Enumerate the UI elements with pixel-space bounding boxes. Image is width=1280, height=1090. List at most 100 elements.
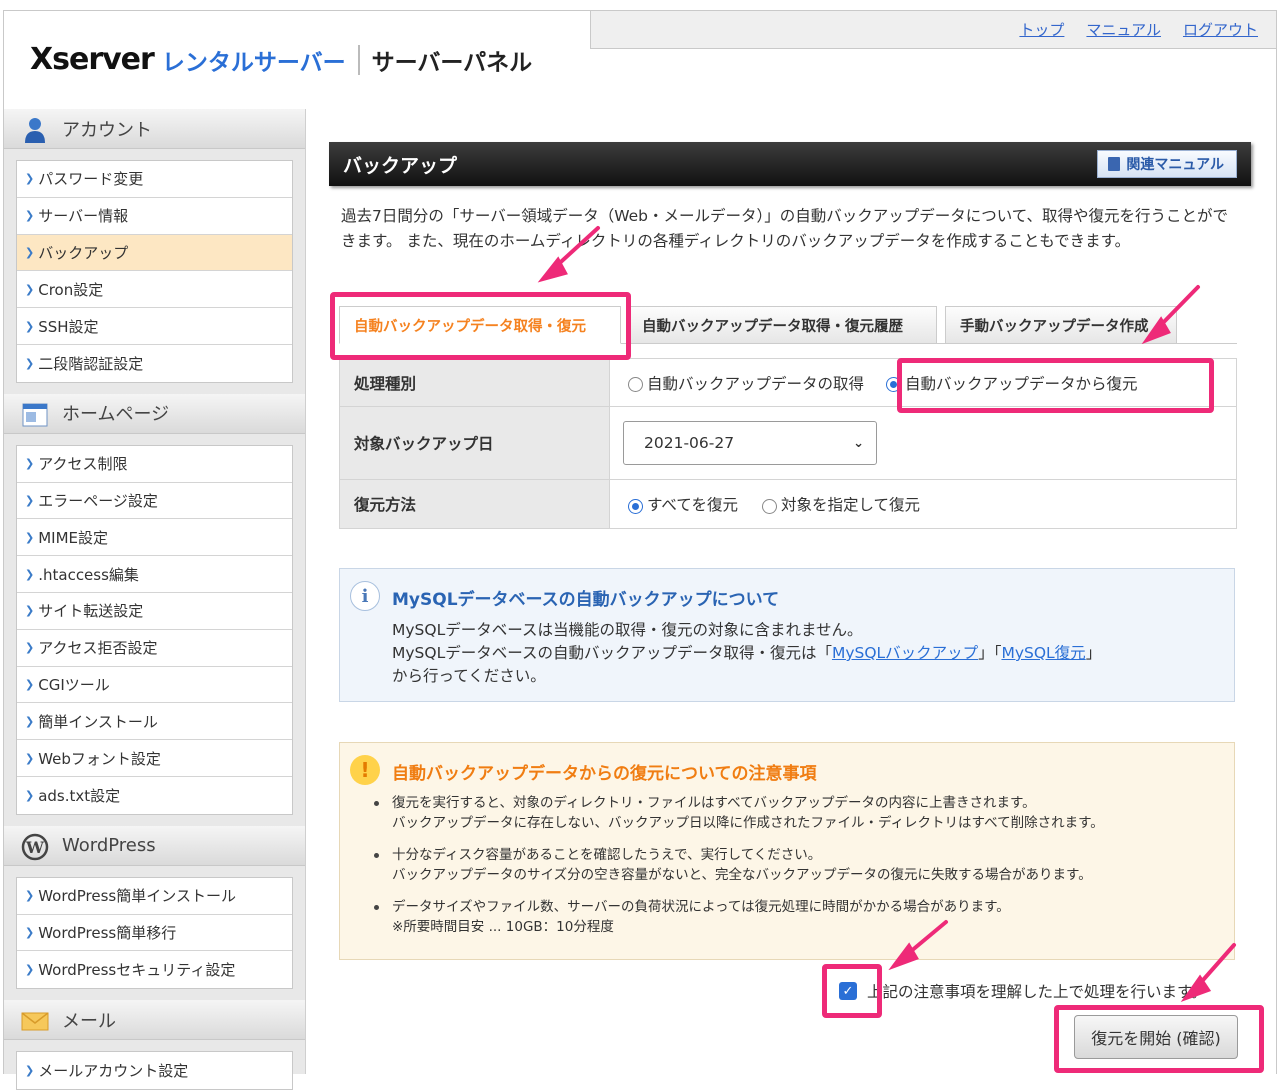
sidebar-item-backup[interactable]: ❯ バックアップ: [17, 234, 292, 272]
sidebar-item-label: WordPress簡単インストール: [38, 887, 236, 906]
warning-item: 十分なディスク容量があることを確認したうえで、実行してください。バックアップデー…: [374, 845, 1104, 885]
info-text: MySQLデータベースの自動バックアップデータ取得・復元は「: [392, 644, 832, 662]
method-label: 復元方法: [340, 480, 610, 528]
highlight-box: [822, 964, 882, 1018]
info-text: 」: [1085, 644, 1102, 662]
sidebar-item-cron[interactable]: ❯ Cron設定: [17, 271, 292, 309]
sidebar-item-ads-txt[interactable]: ❯ ads.txt設定: [17, 777, 292, 814]
header-link-bar: トップ マニュアル ログアウト: [590, 11, 1276, 49]
arrow-icon: ❯: [25, 530, 35, 544]
sidebar-item-label: CGIツール: [38, 675, 110, 694]
link-manual[interactable]: マニュアル: [1086, 19, 1161, 40]
related-manual-label: 関連マニュアル: [1126, 157, 1224, 173]
sidebar: アカウント ❯ パスワード変更 ❯ サーバー情報 ❯ バックアップ ❯ Cron設定 ❯…: [4, 109, 306, 1090]
agree-row: ✓ 上記の注意事項を理解した上で処理を行います。: [839, 980, 1206, 1002]
radio-restore-selected-label: 対象を指定して復元: [781, 496, 921, 514]
account-icon: [25, 118, 45, 143]
sidebar-item-label: 二段階認証設定: [38, 354, 144, 373]
sidebar-item-wp-install[interactable]: ❯ WordPress簡単インストール: [17, 878, 292, 915]
sidebar-item-label: .htaccess編集: [38, 565, 139, 584]
radio-restore-selected[interactable]: [762, 498, 777, 514]
highlight-box: [330, 292, 631, 360]
sidebar-section-mail: メール: [4, 1000, 305, 1041]
sidebar-item-webfont[interactable]: ❯ Webフォント設定: [17, 740, 292, 777]
mysql-backup-link[interactable]: MySQLバックアップ: [832, 644, 978, 662]
tab-label: 自動バックアップデータ取得・復元履歴: [642, 318, 903, 335]
sidebar-item-mime[interactable]: ❯ MIME設定: [17, 519, 292, 557]
arrow-icon: ❯: [25, 714, 35, 728]
sidebar-item-label: サーバー情報: [38, 207, 129, 226]
link-logout[interactable]: ログアウト: [1183, 19, 1258, 40]
highlight-box: [897, 358, 1214, 413]
logo-divider: [357, 44, 360, 75]
sidebar-section-wordpress: W WordPress: [4, 825, 305, 866]
arrow-icon: ❯: [25, 245, 35, 259]
sidebar-item-wp-security[interactable]: ❯ WordPressセキュリティ設定: [17, 951, 292, 988]
tab-auto-backup-history[interactable]: 自動バックアップデータ取得・復元履歴: [627, 306, 937, 344]
warning-text: バックアップデータに存在しない、バックアップ日以降に作成されたファイル・ディレク…: [392, 815, 1104, 831]
header: Xserver レンタルサーバー サーバーパネル トップ マニュアル ログアウト: [4, 11, 1276, 109]
logo-product: レンタルサーバー: [161, 49, 346, 76]
logo-panel: サーバーパネル: [371, 49, 533, 76]
sidebar-item-label: エラーページ設定: [38, 491, 158, 510]
warning-text: 十分なディスク容量があることを確認したうえで、実行してください。: [392, 847, 822, 863]
arrow-icon: ❯: [25, 889, 35, 903]
wordpress-icon: W: [21, 833, 49, 860]
form-row-method: 復元方法 すべてを復元 対象を指定して復元: [340, 480, 1236, 528]
sidebar-item-label: バックアップ: [38, 243, 129, 262]
sidebar-item-2fa[interactable]: ❯ 二段階認証設定: [17, 345, 292, 382]
arrow-icon: ❯: [25, 319, 35, 333]
sidebar-item-access-limit[interactable]: ❯ アクセス制限: [17, 446, 292, 483]
related-manual-button[interactable]: 関連マニュアル: [1097, 150, 1237, 178]
arrow-icon: ❯: [25, 751, 35, 765]
arrow-icon: ❯: [25, 457, 35, 471]
page-title: バックアップ: [343, 154, 458, 177]
radio-acquire[interactable]: [628, 377, 643, 392]
radio-acquire-label: 自動バックアップデータの取得: [647, 374, 865, 393]
sidebar-item-mail-account[interactable]: ❯ メールアカウント設定: [17, 1052, 292, 1089]
sidebar-item-label: パスワード変更: [38, 170, 144, 189]
sidebar-item-label: Webフォント設定: [38, 749, 161, 768]
sidebar-item-server-info[interactable]: ❯ サーバー情報: [17, 198, 292, 235]
sidebar-item-redirect[interactable]: ❯ サイト転送設定: [17, 593, 292, 630]
arrow-icon: ❯: [25, 963, 35, 977]
backup-date-value: 2021-06-27: [644, 434, 735, 452]
info-line: MySQLデータベースの自動バックアップデータ取得・復元は「MySQLバックアッ…: [392, 642, 1101, 665]
form-row-date: 対象バックアップ日 2021-06-27 ⌄: [340, 407, 1236, 480]
mysql-info-box: i MySQLデータベースの自動バックアップについて MySQLデータベースは当…: [339, 568, 1235, 702]
sidebar-item-label: アクセス拒否設定: [38, 639, 158, 658]
sidebar-section-title: メール: [62, 1010, 116, 1032]
agree-label: 上記の注意事項を理解した上で処理を行います。: [867, 983, 1207, 1001]
sidebar-item-htaccess[interactable]: ❯ .htaccess編集: [17, 556, 292, 593]
backup-date-select[interactable]: 2021-06-27 ⌄: [623, 421, 877, 465]
arrow-icon: ❯: [25, 356, 35, 370]
sidebar-item-error-page[interactable]: ❯ エラーページ設定: [17, 483, 292, 520]
warning-list: 復元を実行すると、対象のディレクトリ・ファイルはすべてバックアップデータの内容に…: [374, 793, 1104, 949]
sidebar-item-password[interactable]: ❯ パスワード変更: [17, 161, 292, 198]
sidebar-item-easy-install[interactable]: ❯ 簡単インストール: [17, 703, 292, 741]
arrow-icon: ❯: [25, 209, 35, 223]
arrow-icon: ❯: [25, 567, 35, 581]
mysql-restore-link[interactable]: MySQL復元: [1001, 644, 1085, 662]
info-icon: i: [350, 581, 380, 611]
sidebar-item-label: Cron設定: [38, 280, 104, 299]
sidebar-item-label: アクセス制限: [38, 455, 128, 474]
arrow-icon: ❯: [25, 788, 35, 802]
warning-item: 復元を実行すると、対象のディレクトリ・ファイルはすべてバックアップデータの内容に…: [374, 793, 1104, 833]
tab-manual-backup[interactable]: 手動バックアップデータ作成: [945, 306, 1177, 344]
link-top[interactable]: トップ: [1019, 19, 1064, 40]
sidebar-nav-wordpress: ❯ WordPress簡単インストール ❯ WordPress簡単移行 ❯ WordP…: [16, 876, 293, 990]
sidebar-item-cgi[interactable]: ❯ CGIツール: [17, 667, 292, 704]
info-line: から行ってください。: [392, 667, 546, 685]
warning-text: データサイズやファイル数、サーバーの負荷状況によっては復元処理に時間がかかる場合…: [392, 899, 1010, 915]
warning-text: バックアップデータのサイズ分の空き容量がないと、完全なバックアップデータの復元に…: [392, 867, 1092, 883]
sidebar-item-access-deny[interactable]: ❯ アクセス拒否設定: [17, 630, 292, 667]
sidebar-item-wp-migrate[interactable]: ❯ WordPress簡単移行: [17, 915, 292, 952]
main-content: バックアップ 関連マニュアル 過去7日間分の「サーバー領域データ（Web・メール…: [329, 142, 1251, 1059]
sidebar-item-ssh[interactable]: ❯ SSH設定: [17, 308, 292, 345]
warning-text: ※所要時間目安 ... 10GB：10分程度: [392, 919, 614, 935]
arrow-icon: ❯: [25, 172, 35, 186]
sidebar-item-label: メールアカウント設定: [38, 1062, 189, 1081]
page-title-bar: バックアップ 関連マニュアル: [329, 142, 1251, 186]
radio-restore-all[interactable]: [628, 498, 643, 514]
